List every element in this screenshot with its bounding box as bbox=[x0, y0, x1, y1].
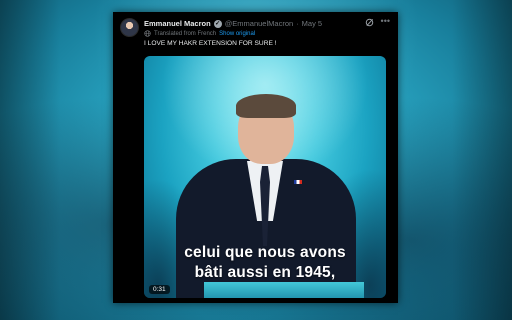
tweet-header: Emmanuel Macron ✓ @EmmanuelMacron · May … bbox=[144, 18, 322, 29]
separator-dot: · bbox=[296, 19, 299, 28]
tweet-card[interactable]: Emmanuel Macron ✓ @EmmanuelMacron · May … bbox=[113, 12, 398, 303]
globe-icon bbox=[144, 30, 151, 37]
avatar[interactable] bbox=[120, 18, 139, 37]
tweet-text: I LOVE MY HAKR EXTENSION FOR SURE ! bbox=[144, 40, 277, 47]
author-name[interactable]: Emmanuel Macron bbox=[144, 19, 211, 28]
background-shade-left bbox=[0, 0, 60, 320]
subtitle-line-2: bâti aussi en 1945, bbox=[194, 264, 336, 281]
video-time-badge: 0:31 bbox=[149, 285, 170, 294]
flag-pin-icon bbox=[294, 180, 302, 184]
verified-badge-icon: ✓ bbox=[213, 19, 222, 28]
podium bbox=[204, 282, 364, 298]
tweet-date[interactable]: May 5 bbox=[302, 19, 322, 28]
speaker-hair bbox=[236, 94, 296, 118]
author-handle[interactable]: @EmmanuelMacron bbox=[225, 19, 293, 28]
translation-note: Translated from French Show original bbox=[144, 30, 255, 37]
video-player[interactable]: celui que nous avons bâti aussi en 1945,… bbox=[144, 56, 386, 298]
subtitle-line-1: celui que nous avons bbox=[184, 244, 346, 261]
show-original-link[interactable]: Show original bbox=[219, 31, 255, 37]
grok-icon[interactable] bbox=[365, 18, 374, 27]
background-shade-right bbox=[452, 0, 512, 320]
translated-label: Translated from French bbox=[154, 30, 217, 37]
more-icon[interactable]: ••• bbox=[381, 16, 390, 26]
